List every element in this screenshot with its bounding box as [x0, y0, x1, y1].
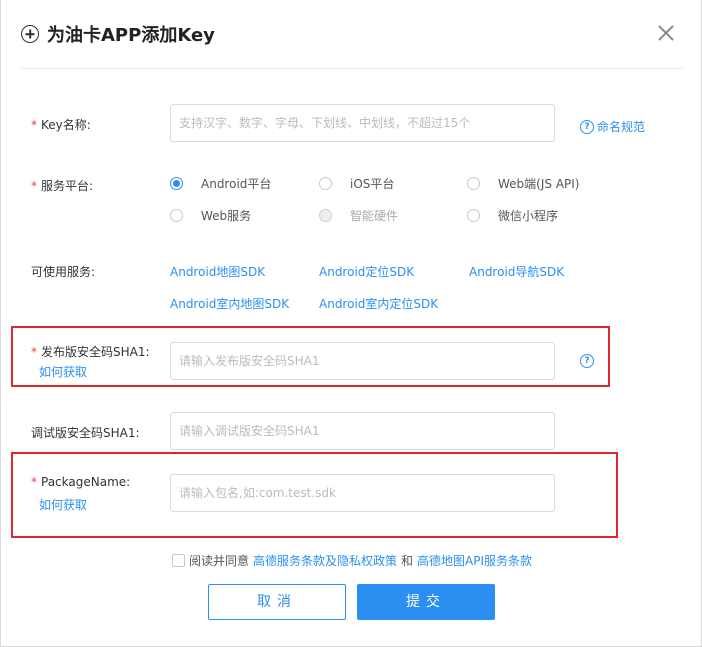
package-name-how-to-link[interactable]: 如何获取 [39, 496, 87, 513]
services-label: 可使用服务: [31, 265, 96, 279]
radio-label: 智能硬件 [350, 209, 399, 223]
service-link-android-navigation-sdk[interactable]: Android导航SDK [469, 263, 564, 280]
agreement-prefix: 阅读并同意 [189, 554, 250, 568]
platform-label: * 服务平台: [31, 177, 93, 194]
radio-smart-hardware: 智能硬件 [319, 207, 398, 224]
radio-web-service[interactable]: Web服务 [170, 207, 251, 224]
service-link-android-location-sdk[interactable]: Android定位SDK [319, 263, 414, 280]
required-mark: * [31, 179, 37, 193]
dialog-title: 为油卡APP添加Key [47, 25, 215, 46]
terms-privacy-link[interactable]: 高德服务条款及隐私权政策 [253, 552, 397, 569]
radio-ios[interactable]: iOS平台 [319, 175, 394, 192]
radio-circle [319, 177, 332, 190]
release-sha1-how-to-link[interactable]: 如何获取 [39, 363, 87, 380]
add-key-dialog: 为油卡APP添加Key * Key名称: ? 命名规范 * 服务平台: Androi… [0, 0, 702, 647]
required-mark: * [31, 345, 37, 359]
radio-label: 微信小程序 [498, 209, 559, 223]
release-sha1-label: * 发布版安全码SHA1: [31, 343, 150, 360]
agreement-and: 和 [401, 554, 414, 568]
key-name-label-text: Key名称: [41, 118, 91, 132]
package-name-input[interactable] [170, 474, 555, 512]
naming-rules-text: 命名规范 [597, 120, 646, 134]
radio-web-js-api[interactable]: Web端(JS API) [467, 175, 579, 192]
radio-label: Web服务 [201, 209, 252, 223]
release-sha1-input[interactable] [170, 342, 555, 380]
question-circle-icon: ? [580, 354, 594, 368]
api-terms-link[interactable]: 高德地图API服务条款 [417, 552, 532, 569]
radio-circle [467, 177, 480, 190]
debug-sha1-input[interactable] [170, 412, 555, 450]
platform-label-text: 服务平台: [41, 179, 94, 193]
radio-wechat-mini-program[interactable]: 微信小程序 [467, 207, 558, 224]
release-sha1-label-text: 发布版安全码SHA1: [41, 345, 150, 359]
key-name-input[interactable] [170, 104, 555, 142]
agreement-row: 阅读并同意 高德服务条款及隐私权政策 和 高德地图API服务条款 [172, 552, 536, 569]
dialog-header: 为油卡APP添加Key [21, 22, 215, 46]
close-icon[interactable] [655, 22, 677, 44]
service-link-android-map-sdk[interactable]: Android地图SDK [170, 263, 265, 280]
radio-circle [170, 209, 183, 222]
required-mark: * [31, 118, 37, 132]
header-divider [21, 68, 683, 69]
radio-label: Web端(JS API) [498, 177, 580, 191]
release-sha1-help[interactable]: ? [580, 354, 597, 368]
key-name-label: * Key名称: [31, 116, 91, 133]
package-name-label: * PackageName: [31, 475, 130, 489]
naming-rules-link[interactable]: ? 命名规范 [580, 118, 645, 135]
radio-circle [170, 177, 183, 190]
radio-circle [467, 209, 480, 222]
question-circle-icon: ? [580, 119, 594, 134]
agreement-checkbox[interactable] [172, 554, 185, 567]
package-name-label-text: PackageName: [41, 475, 131, 489]
service-link-android-indoor-map-sdk[interactable]: Android室内地图SDK [170, 295, 289, 312]
add-circle-icon [21, 25, 39, 43]
cancel-button[interactable]: 取消 [208, 584, 346, 620]
service-link-android-indoor-location-sdk[interactable]: Android室内定位SDK [319, 295, 438, 312]
required-mark: * [31, 475, 37, 489]
radio-label: Android平台 [201, 177, 272, 191]
radio-android[interactable]: Android平台 [170, 175, 271, 192]
radio-label: iOS平台 [350, 177, 395, 191]
submit-button[interactable]: 提交 [357, 584, 495, 620]
radio-circle [319, 209, 332, 222]
debug-sha1-label: 调试版安全码SHA1: [31, 426, 140, 440]
